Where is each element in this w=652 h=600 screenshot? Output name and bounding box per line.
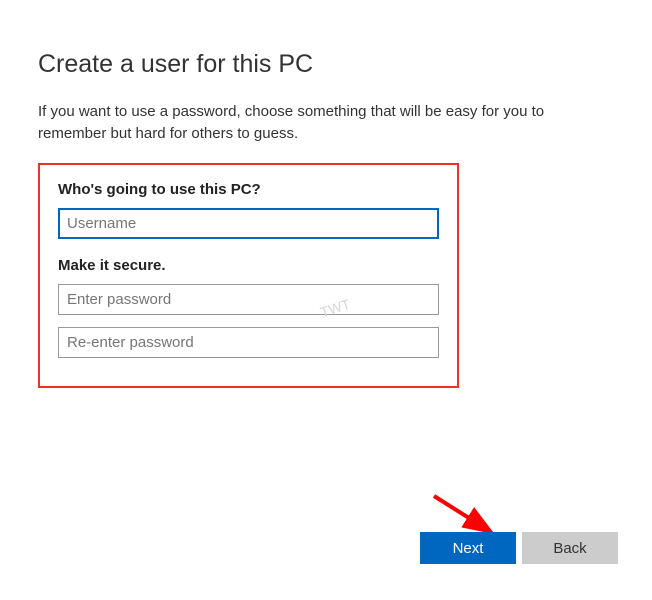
back-button[interactable]: Back bbox=[522, 532, 618, 564]
secure-section-label: Make it secure. bbox=[58, 257, 439, 274]
page-subtitle: If you want to use a password, choose so… bbox=[38, 101, 614, 145]
password-input[interactable] bbox=[58, 284, 439, 315]
page-title: Create a user for this PC bbox=[38, 50, 614, 79]
confirm-password-input[interactable] bbox=[58, 327, 439, 358]
form-highlight-box: Who's going to use this PC? Make it secu… bbox=[38, 163, 459, 388]
content-container: Create a user for this PC If you want to… bbox=[0, 0, 652, 388]
username-input[interactable] bbox=[58, 208, 439, 239]
username-section-label: Who's going to use this PC? bbox=[58, 181, 439, 198]
next-button[interactable]: Next bbox=[420, 532, 516, 564]
footer-buttons: Next Back bbox=[420, 532, 618, 564]
